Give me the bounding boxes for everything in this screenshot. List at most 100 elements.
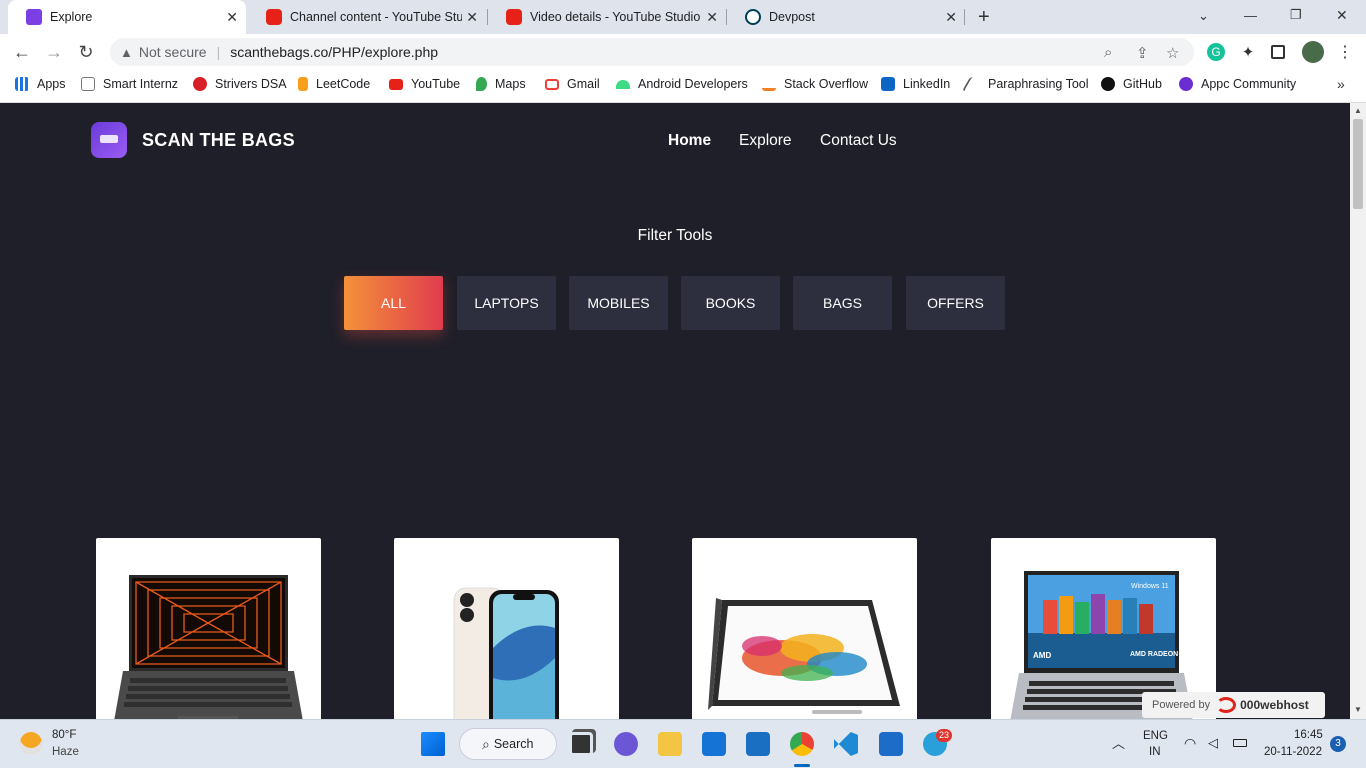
zoom-icon[interactable]: ⌕ bbox=[1104, 44, 1112, 61]
avatar[interactable] bbox=[1302, 41, 1324, 63]
github-icon bbox=[1101, 77, 1115, 91]
notification-badge[interactable]: 3 bbox=[1330, 736, 1346, 752]
task-view-icon[interactable] bbox=[569, 732, 593, 756]
radeon-badge: AMD RADEON bbox=[1130, 651, 1178, 658]
filter-bags-button[interactable]: BAGS bbox=[793, 276, 892, 330]
more-bookmarks-icon[interactable]: » bbox=[1337, 76, 1345, 92]
chrome-icon[interactable] bbox=[790, 732, 814, 756]
teams-chat-icon[interactable] bbox=[614, 732, 638, 756]
bookmark-star-icon[interactable]: ☆ bbox=[1166, 44, 1179, 62]
tab-label: Devpost bbox=[769, 10, 815, 24]
filter-all-button[interactable]: ALL bbox=[344, 276, 443, 330]
page-content: SCAN THE BAGS Home Explore Contact Us Fi… bbox=[0, 103, 1350, 719]
chevron-up-icon[interactable]: ︿ bbox=[1112, 733, 1125, 752]
store-icon[interactable] bbox=[702, 732, 726, 756]
volume-icon[interactable]: ◁ bbox=[1208, 735, 1218, 751]
bookmark-strivers-dsa[interactable]: Strivers DSA bbox=[193, 77, 287, 91]
bookmark-label: LinkedIn bbox=[903, 77, 951, 91]
vscode-icon[interactable] bbox=[834, 732, 858, 756]
reload-icon[interactable]: ↻ bbox=[74, 40, 98, 64]
bookmark-gmail[interactable]: Gmail bbox=[545, 77, 600, 91]
clock-time[interactable]: 16:45 bbox=[1294, 729, 1323, 741]
bookmark-maps[interactable]: Maps bbox=[476, 77, 526, 91]
bookmark-github[interactable]: GitHub bbox=[1101, 77, 1162, 91]
weather-condition[interactable]: Haze bbox=[52, 746, 79, 758]
bookmark-label: Android Developers bbox=[638, 77, 748, 91]
bookmark-apps[interactable]: Apps bbox=[15, 77, 66, 91]
new-tab-icon[interactable]: + bbox=[978, 6, 990, 29]
tab-search-icon[interactable]: ⌄ bbox=[1198, 8, 1209, 24]
mail-icon[interactable] bbox=[746, 732, 770, 756]
windows-badge: Windows 11 bbox=[1131, 583, 1169, 590]
battery-icon[interactable] bbox=[1233, 739, 1247, 747]
filter-laptops-button[interactable]: LAPTOPS bbox=[457, 276, 556, 330]
watermark-powered-label: Powered by bbox=[1152, 699, 1211, 711]
nav-contact-us[interactable]: Contact Us bbox=[820, 132, 897, 150]
omnibox-divider: | bbox=[216, 44, 221, 60]
nav-explore[interactable]: Explore bbox=[739, 132, 792, 150]
clock-date[interactable]: 20-11-2022 bbox=[1264, 746, 1322, 758]
bookmark-leetcode[interactable]: LeetCode bbox=[298, 77, 370, 91]
close-icon[interactable]: ✕ bbox=[226, 9, 238, 26]
tab-channel-content[interactable]: Channel content - YouTube Studio ✕ bbox=[248, 0, 486, 34]
bookmark-stack-overflow[interactable]: Stack Overflow bbox=[762, 77, 868, 91]
scroll-down-icon[interactable]: ▼ bbox=[1354, 705, 1362, 714]
share-icon[interactable]: ⇪ bbox=[1136, 44, 1149, 62]
back-icon[interactable]: ← bbox=[10, 40, 34, 64]
bookmark-paraphrasing-tool[interactable]: Paraphrasing Tool bbox=[961, 77, 1089, 91]
language-primary[interactable]: ENG bbox=[1143, 730, 1168, 742]
brand-name[interactable]: SCAN THE BAGS bbox=[142, 130, 295, 151]
bookmark-label: GitHub bbox=[1123, 77, 1162, 91]
tab-explore[interactable]: Explore ✕ bbox=[8, 0, 246, 34]
convertible-laptop-image bbox=[708, 598, 900, 714]
weather-temp[interactable]: 80°F bbox=[52, 729, 76, 741]
bookmark-linkedin[interactable]: LinkedIn bbox=[881, 77, 950, 91]
product-card-convertible[interactable] bbox=[692, 538, 917, 719]
product-card-iphone[interactable] bbox=[394, 538, 619, 719]
address-bar[interactable]: ▲ Not secure | scanthebags.co/PHP/explor… bbox=[110, 38, 1194, 66]
hosting-watermark[interactable]: Powered by 000webhost bbox=[1142, 692, 1325, 718]
devpost-icon bbox=[745, 9, 761, 25]
bookmark-android-developers[interactable]: Android Developers bbox=[616, 77, 748, 91]
taskbar-search[interactable]: ⌕ Search bbox=[459, 728, 557, 760]
nav-home[interactable]: Home bbox=[668, 132, 711, 150]
bookmark-label: Smart Internz bbox=[103, 77, 179, 91]
windows-start-icon[interactable] bbox=[421, 732, 445, 756]
close-icon[interactable]: ✕ bbox=[706, 9, 718, 26]
scroll-up-icon[interactable]: ▲ bbox=[1354, 106, 1362, 115]
bookmark-label: Appc Community bbox=[1201, 77, 1297, 91]
side-panel-icon[interactable] bbox=[1271, 45, 1285, 59]
bookmark-youtube[interactable]: YouTube bbox=[389, 77, 460, 91]
youtube-icon bbox=[389, 78, 403, 90]
wifi-icon[interactable]: ◠ bbox=[1184, 735, 1196, 752]
tab-strip: Explore ✕ Channel content - YouTube Stud… bbox=[0, 0, 1366, 34]
bookmark-appc-community[interactable]: Appc Community bbox=[1179, 77, 1296, 91]
file-explorer-icon[interactable] bbox=[658, 732, 682, 756]
tab-devpost[interactable]: Devpost ✕ bbox=[727, 0, 965, 34]
scrollbar[interactable]: ▲ ▼ bbox=[1350, 103, 1366, 719]
restore-icon[interactable]: ❐ bbox=[1290, 7, 1302, 23]
media-player-icon[interactable] bbox=[879, 732, 903, 756]
window-close-icon[interactable]: ✕ bbox=[1336, 7, 1348, 24]
minimize-icon[interactable]: — bbox=[1244, 8, 1257, 23]
tab-label: Explore bbox=[50, 10, 93, 24]
laptop-image bbox=[114, 575, 303, 719]
close-icon[interactable]: ✕ bbox=[945, 9, 957, 26]
product-card-laptop[interactable] bbox=[96, 538, 321, 719]
gmail-icon bbox=[545, 78, 559, 90]
grammarly-icon[interactable]: G bbox=[1207, 43, 1225, 61]
language-region[interactable]: IN bbox=[1149, 746, 1161, 758]
bookmarks-bar: Apps Smart Internz Strivers DSA LeetCode… bbox=[0, 70, 1366, 103]
filter-books-button[interactable]: BOOKS bbox=[681, 276, 780, 330]
scroll-thumb[interactable] bbox=[1353, 119, 1363, 209]
bookmark-smart-internz[interactable]: Smart Internz bbox=[81, 77, 178, 91]
tab-video-details[interactable]: Video details - YouTube Studio ✕ bbox=[488, 0, 726, 34]
filter-offers-button[interactable]: OFFERS bbox=[906, 276, 1005, 330]
close-icon[interactable]: ✕ bbox=[466, 9, 478, 26]
logo-icon[interactable] bbox=[91, 122, 127, 158]
filter-mobiles-button[interactable]: MOBILES bbox=[569, 276, 668, 330]
extensions-icon[interactable]: ✦ bbox=[1239, 43, 1257, 61]
menu-icon[interactable]: ⋮ bbox=[1336, 43, 1354, 61]
haze-weather-icon[interactable] bbox=[20, 732, 42, 754]
forward-icon[interactable]: → bbox=[42, 40, 66, 64]
